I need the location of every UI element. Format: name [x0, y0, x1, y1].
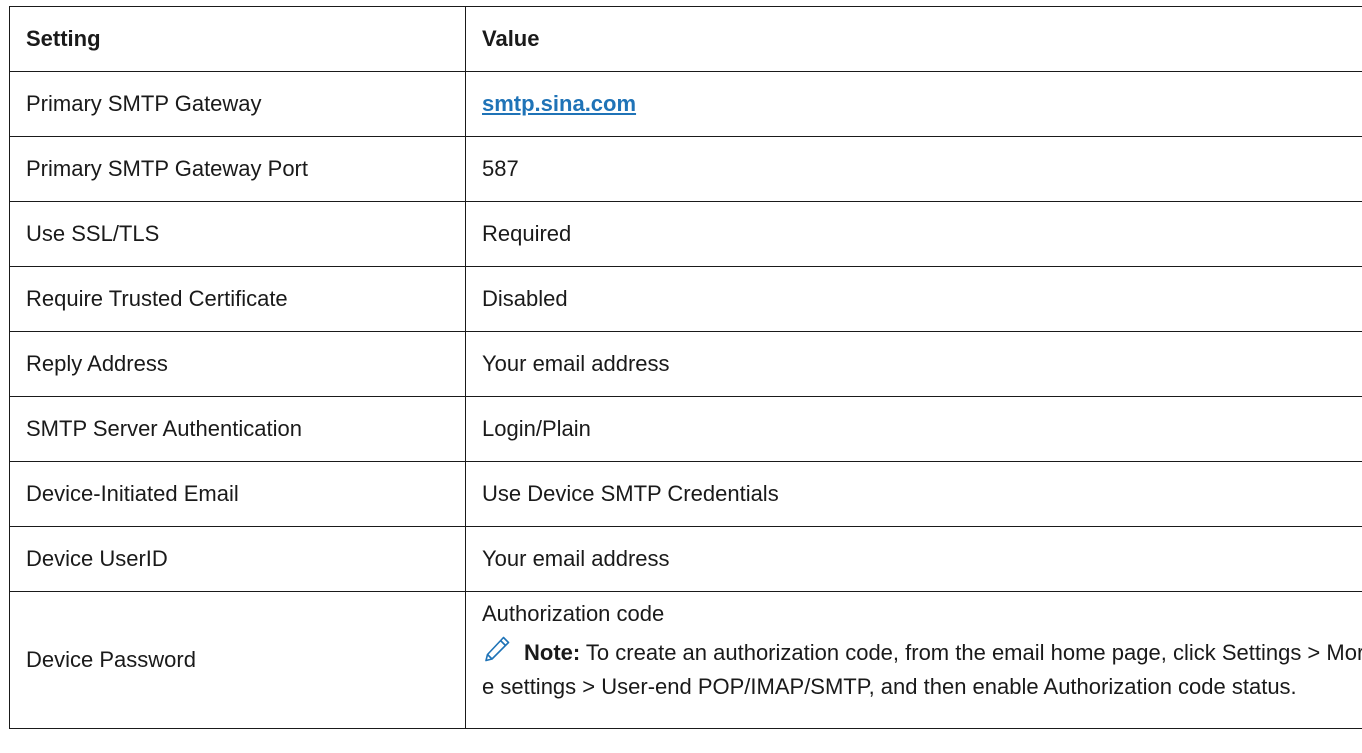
smtp-gateway-link[interactable]: smtp.sina.com: [482, 91, 636, 116]
value-cell: Your email address: [465, 526, 1362, 592]
setting-cell: Device UserID: [9, 526, 466, 592]
value-cell: Required: [465, 201, 1362, 267]
column-header-setting: Setting: [9, 6, 466, 72]
setting-cell: Reply Address: [9, 331, 466, 397]
table-row: Use SSL/TLS Required: [9, 201, 1362, 267]
value-cell: Disabled: [465, 266, 1362, 332]
setting-cell: Device Password: [9, 591, 466, 729]
settings-table-container: Setting Value Primary SMTP Gateway smtp.…: [0, 0, 1362, 753]
setting-cell: Primary SMTP Gateway: [9, 71, 466, 137]
setting-cell: Primary SMTP Gateway Port: [9, 136, 466, 202]
note-block: Note: To create an authorization code, f…: [482, 634, 1362, 704]
table-row: SMTP Server Authentication Login/Plain: [9, 396, 1362, 462]
pencil-icon: [482, 634, 512, 664]
value-cell: Use Device SMTP Credentials: [465, 461, 1362, 527]
table-row: Require Trusted Certificate Disabled: [9, 266, 1362, 332]
note-text: To create an authorization code, from th…: [482, 640, 1362, 699]
device-password-value: Authorization code: [482, 601, 665, 626]
note-label: Note:: [524, 640, 581, 665]
setting-cell: Use SSL/TLS: [9, 201, 466, 267]
table-row: Device Password Authorization code Note:…: [9, 591, 1362, 729]
value-cell: Authorization code Note: To create an au…: [465, 591, 1362, 729]
value-cell: 587: [465, 136, 1362, 202]
table-row: Reply Address Your email address: [9, 331, 1362, 397]
value-cell: Your email address: [465, 331, 1362, 397]
smtp-settings-table: Setting Value Primary SMTP Gateway smtp.…: [9, 6, 1362, 729]
value-cell: Login/Plain: [465, 396, 1362, 462]
setting-cell: SMTP Server Authentication: [9, 396, 466, 462]
table-row: Primary SMTP Gateway smtp.sina.com: [9, 71, 1362, 137]
table-header-row: Setting Value: [9, 6, 1362, 72]
table-row: Primary SMTP Gateway Port 587: [9, 136, 1362, 202]
column-header-value: Value: [465, 6, 1362, 72]
value-cell: smtp.sina.com: [465, 71, 1362, 137]
setting-cell: Device-Initiated Email: [9, 461, 466, 527]
table-row: Device-Initiated Email Use Device SMTP C…: [9, 461, 1362, 527]
table-row: Device UserID Your email address: [9, 526, 1362, 592]
setting-cell: Require Trusted Certificate: [9, 266, 466, 332]
